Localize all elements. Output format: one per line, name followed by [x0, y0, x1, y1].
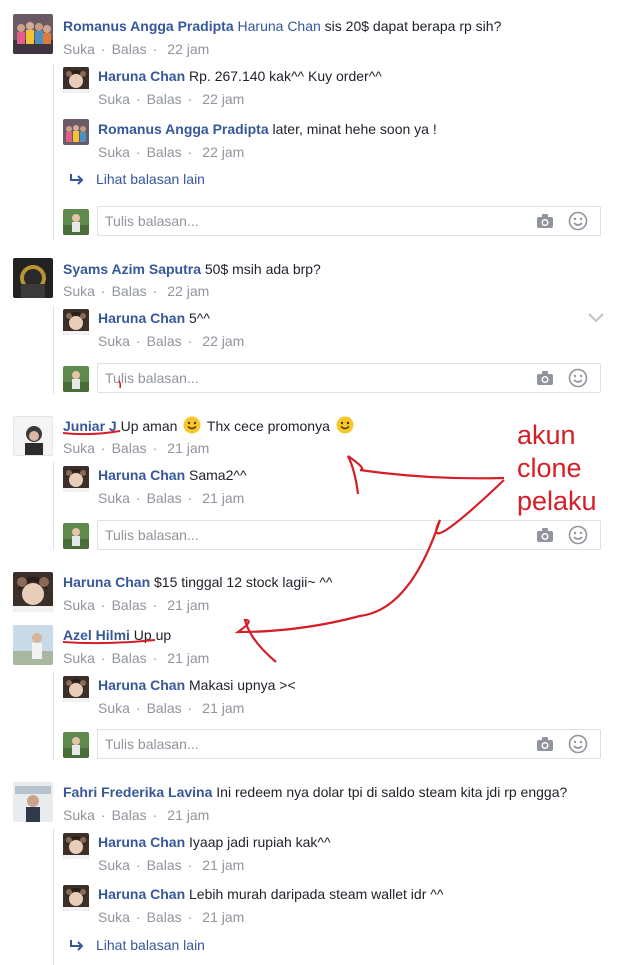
underline-juniar [62, 430, 121, 436]
arrow-to-azel [234, 479, 505, 663]
annotation-text: clone [517, 453, 582, 483]
arrow-to-juniar [347, 455, 505, 495]
annotation-text: pelaku [517, 486, 597, 516]
annotation-text: akun [517, 420, 576, 450]
comments-panel: Romanus Angga Pradipta Haruna Chan sis 2… [0, 0, 637, 965]
annotation-tick [118, 380, 122, 389]
underline-azel [62, 639, 156, 645]
